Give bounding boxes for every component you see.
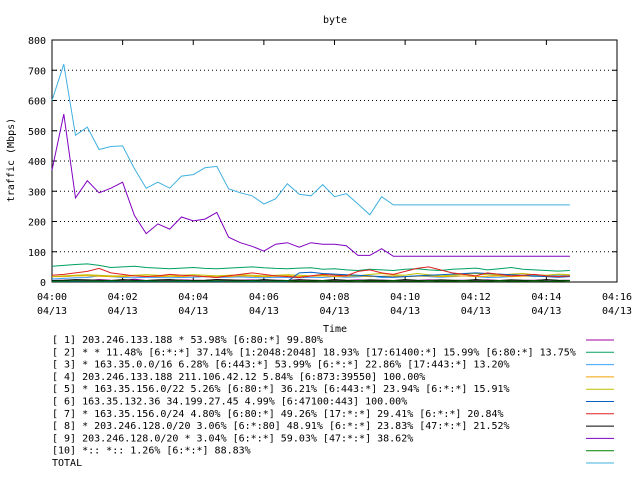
y-tick-label: 300 — [28, 187, 46, 198]
x-tick-time-label: 04:10 — [390, 292, 420, 303]
legend-label-7: [ 7] * 163.35.156.0/24 4.80% [6:80:*] 49… — [52, 409, 504, 420]
y-axis-label: traffic (Mbps) — [6, 118, 17, 202]
x-tick-date-label: 04/13 — [461, 306, 491, 317]
x-tick-time-label: 04:16 — [602, 292, 632, 303]
legend-label-4: [ 4] 203.246.133.188 211.106.42.12 5.84%… — [52, 372, 425, 383]
grid — [52, 69, 617, 253]
legend-label-6: [ 6] 163.35.132.36 34.199.27.45 4.99% [6… — [52, 397, 407, 408]
y-tick-label: 400 — [28, 157, 46, 168]
x-tick-time-label: 04:00 — [37, 292, 67, 303]
x-axis-label: Time — [323, 324, 347, 335]
x-tick-date-label: 04/13 — [178, 306, 208, 317]
x-tick-time-label: 04:02 — [108, 292, 138, 303]
y-tick-label: 200 — [28, 218, 46, 229]
y-ticks: 0 100 200 300 400 500 600 700 800 — [28, 36, 617, 289]
series-lines — [51, 64, 570, 282]
x-tick-time-label: 04:08 — [319, 292, 349, 303]
legend-label-9: [ 9] 203.246.128.0/20 * 3.04% [6:*:*] 59… — [52, 433, 413, 444]
x-tick-date-label: 04/13 — [37, 306, 67, 317]
series-line-11 — [51, 64, 570, 216]
x-tick-time-label: 04:12 — [461, 292, 491, 303]
chart-title: byte — [323, 15, 347, 26]
legend-label-5: [ 5] * 163.35.156.0/22 5.26% [6:80:*] 36… — [52, 384, 510, 395]
x-tick-date-label: 04/13 — [531, 306, 561, 317]
x-tick-time-label: 04:04 — [178, 292, 208, 303]
x-tick-time-label: 04:14 — [531, 292, 561, 303]
legend-label-10: [10] *:: *:: 1.26% [6:*:*] 88.83% — [52, 446, 251, 457]
y-tick-label: 500 — [28, 127, 46, 138]
y-tick-label: 700 — [28, 66, 46, 77]
legend-label-2: [ 2] * * 11.48% [6:*:*] 37.14% [1:2048:2… — [52, 347, 576, 358]
series-line-9 — [51, 113, 570, 257]
y-tick-label: 800 — [28, 36, 46, 47]
legend: [ 1] 203.246.133.188 * 53.98% [6:80:*] 9… — [52, 335, 614, 469]
y-tick-label: 0 — [40, 278, 46, 289]
legend-label-8: [ 8] * 203.246.128.0/20 3.06% [6:*:80] 4… — [52, 421, 510, 432]
traffic-chart: byte 0 100 200 300 400 500 600 700 800 04:00 04/1… — [6, 15, 632, 469]
legend-label-1: [ 1] 203.246.133.188 * 53.98% [6:80:*] 9… — [52, 335, 323, 346]
x-tick-time-label: 04:06 — [249, 292, 279, 303]
x-tick-date-label: 04/13 — [602, 306, 632, 317]
y-tick-label: 100 — [28, 248, 46, 259]
x-tick-date-label: 04/13 — [390, 306, 420, 317]
x-tick-date-label: 04/13 — [108, 306, 138, 317]
legend-label-3: [ 3] * 163.35.0.0/16 6.28% [6:443:*] 53.… — [52, 360, 510, 371]
y-tick-label: 600 — [28, 97, 46, 108]
legend-label-11: TOTAL — [52, 458, 82, 469]
x-tick-date-label: 04/13 — [319, 306, 349, 317]
series-line-2 — [51, 263, 570, 272]
x-tick-date-label: 04/13 — [249, 306, 279, 317]
